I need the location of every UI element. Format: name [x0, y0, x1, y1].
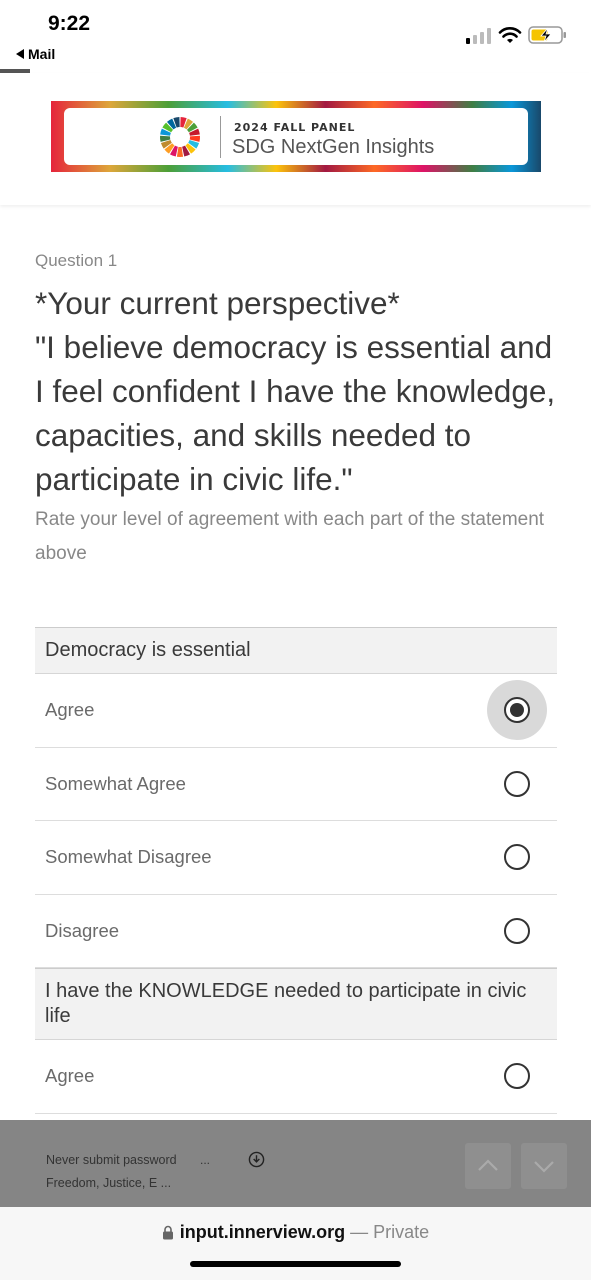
url-domain: input.innerview.org	[179, 1222, 346, 1242]
option-row-agree[interactable]: Agree	[35, 674, 557, 748]
survey-header: 2024 FALL PANEL SDG NextGen Insights	[0, 73, 591, 205]
accessory-text-line2: Freedom, Justice, E ...	[46, 1176, 172, 1190]
lock-icon	[162, 1225, 173, 1240]
option-label: Somewhat Agree	[45, 772, 186, 794]
option-row-disagree[interactable]: Disagree	[35, 895, 557, 968]
matrix-group-heading: I have the KNOWLEDGE needed to participa…	[35, 968, 557, 1040]
option-row-somewhat-agree[interactable]: Somewhat Agree	[35, 748, 557, 821]
form-accessory-bar: Never submit password ... Freedom, Justi…	[0, 1120, 591, 1207]
radio-button[interactable]	[504, 770, 530, 797]
question-instructions: Rate your level of agreement with each p…	[35, 509, 545, 564]
status-time: 9:22	[48, 12, 91, 35]
banner-title: SDG NextGen Insights	[232, 136, 435, 158]
banner-divider	[220, 116, 221, 158]
radio-button[interactable]	[504, 844, 530, 871]
browser-url-bar[interactable]: input.innerview.org — Private	[0, 1207, 591, 1280]
question-number: Question 1	[35, 251, 118, 270]
private-mode-label: Private	[373, 1222, 430, 1242]
option-label: Agree	[45, 699, 95, 721]
option-row-agree[interactable]: Agree	[35, 1040, 557, 1114]
option-row-somewhat-disagree[interactable]: Somewhat Disagree	[35, 821, 557, 895]
radio-button[interactable]	[504, 1063, 530, 1090]
wifi-icon	[498, 27, 522, 43]
radio-button[interactable]	[504, 917, 530, 944]
option-label: Agree	[45, 1065, 95, 1087]
back-arrow-icon	[16, 49, 24, 59]
chevron-up-icon	[478, 1159, 498, 1171]
battery-charging-icon	[528, 26, 566, 44]
question-title: *Your current perspective* "I believe de…	[35, 285, 556, 497]
banner-card: 2024 FALL PANEL SDG NextGen Insights	[64, 108, 528, 165]
cellular-signal-icon	[466, 28, 491, 44]
back-to-mail-button[interactable]: Mail	[16, 46, 55, 62]
download-circle-icon[interactable]	[248, 1151, 265, 1168]
option-label: Disagree	[45, 919, 120, 941]
chevron-down-icon	[534, 1161, 554, 1173]
accessory-ellipsis: ...	[200, 1153, 211, 1167]
matrix-group-heading: Democracy is essential	[35, 627, 557, 674]
back-app-label: Mail	[28, 46, 56, 62]
banner-kicker: 2024 FALL PANEL	[234, 121, 356, 134]
next-field-button[interactable]	[521, 1143, 567, 1189]
sdg-wheel-logo-icon	[160, 117, 200, 157]
sdg-banner: 2024 FALL PANEL SDG NextGen Insights	[51, 101, 541, 172]
url-display[interactable]: input.innerview.org — Private	[0, 1222, 591, 1243]
accessory-text-line1: Never submit password	[46, 1153, 177, 1167]
option-label: Somewhat Disagree	[45, 846, 212, 868]
sdg-wheel-segment	[176, 146, 184, 157]
home-indicator[interactable]	[190, 1261, 401, 1267]
url-separator: —	[350, 1222, 369, 1242]
previous-field-button[interactable]	[465, 1143, 511, 1189]
agreement-matrix: Democracy is essential Agree Somewhat Ag…	[35, 627, 557, 1114]
status-bar: 9:22 Mail	[0, 0, 591, 73]
